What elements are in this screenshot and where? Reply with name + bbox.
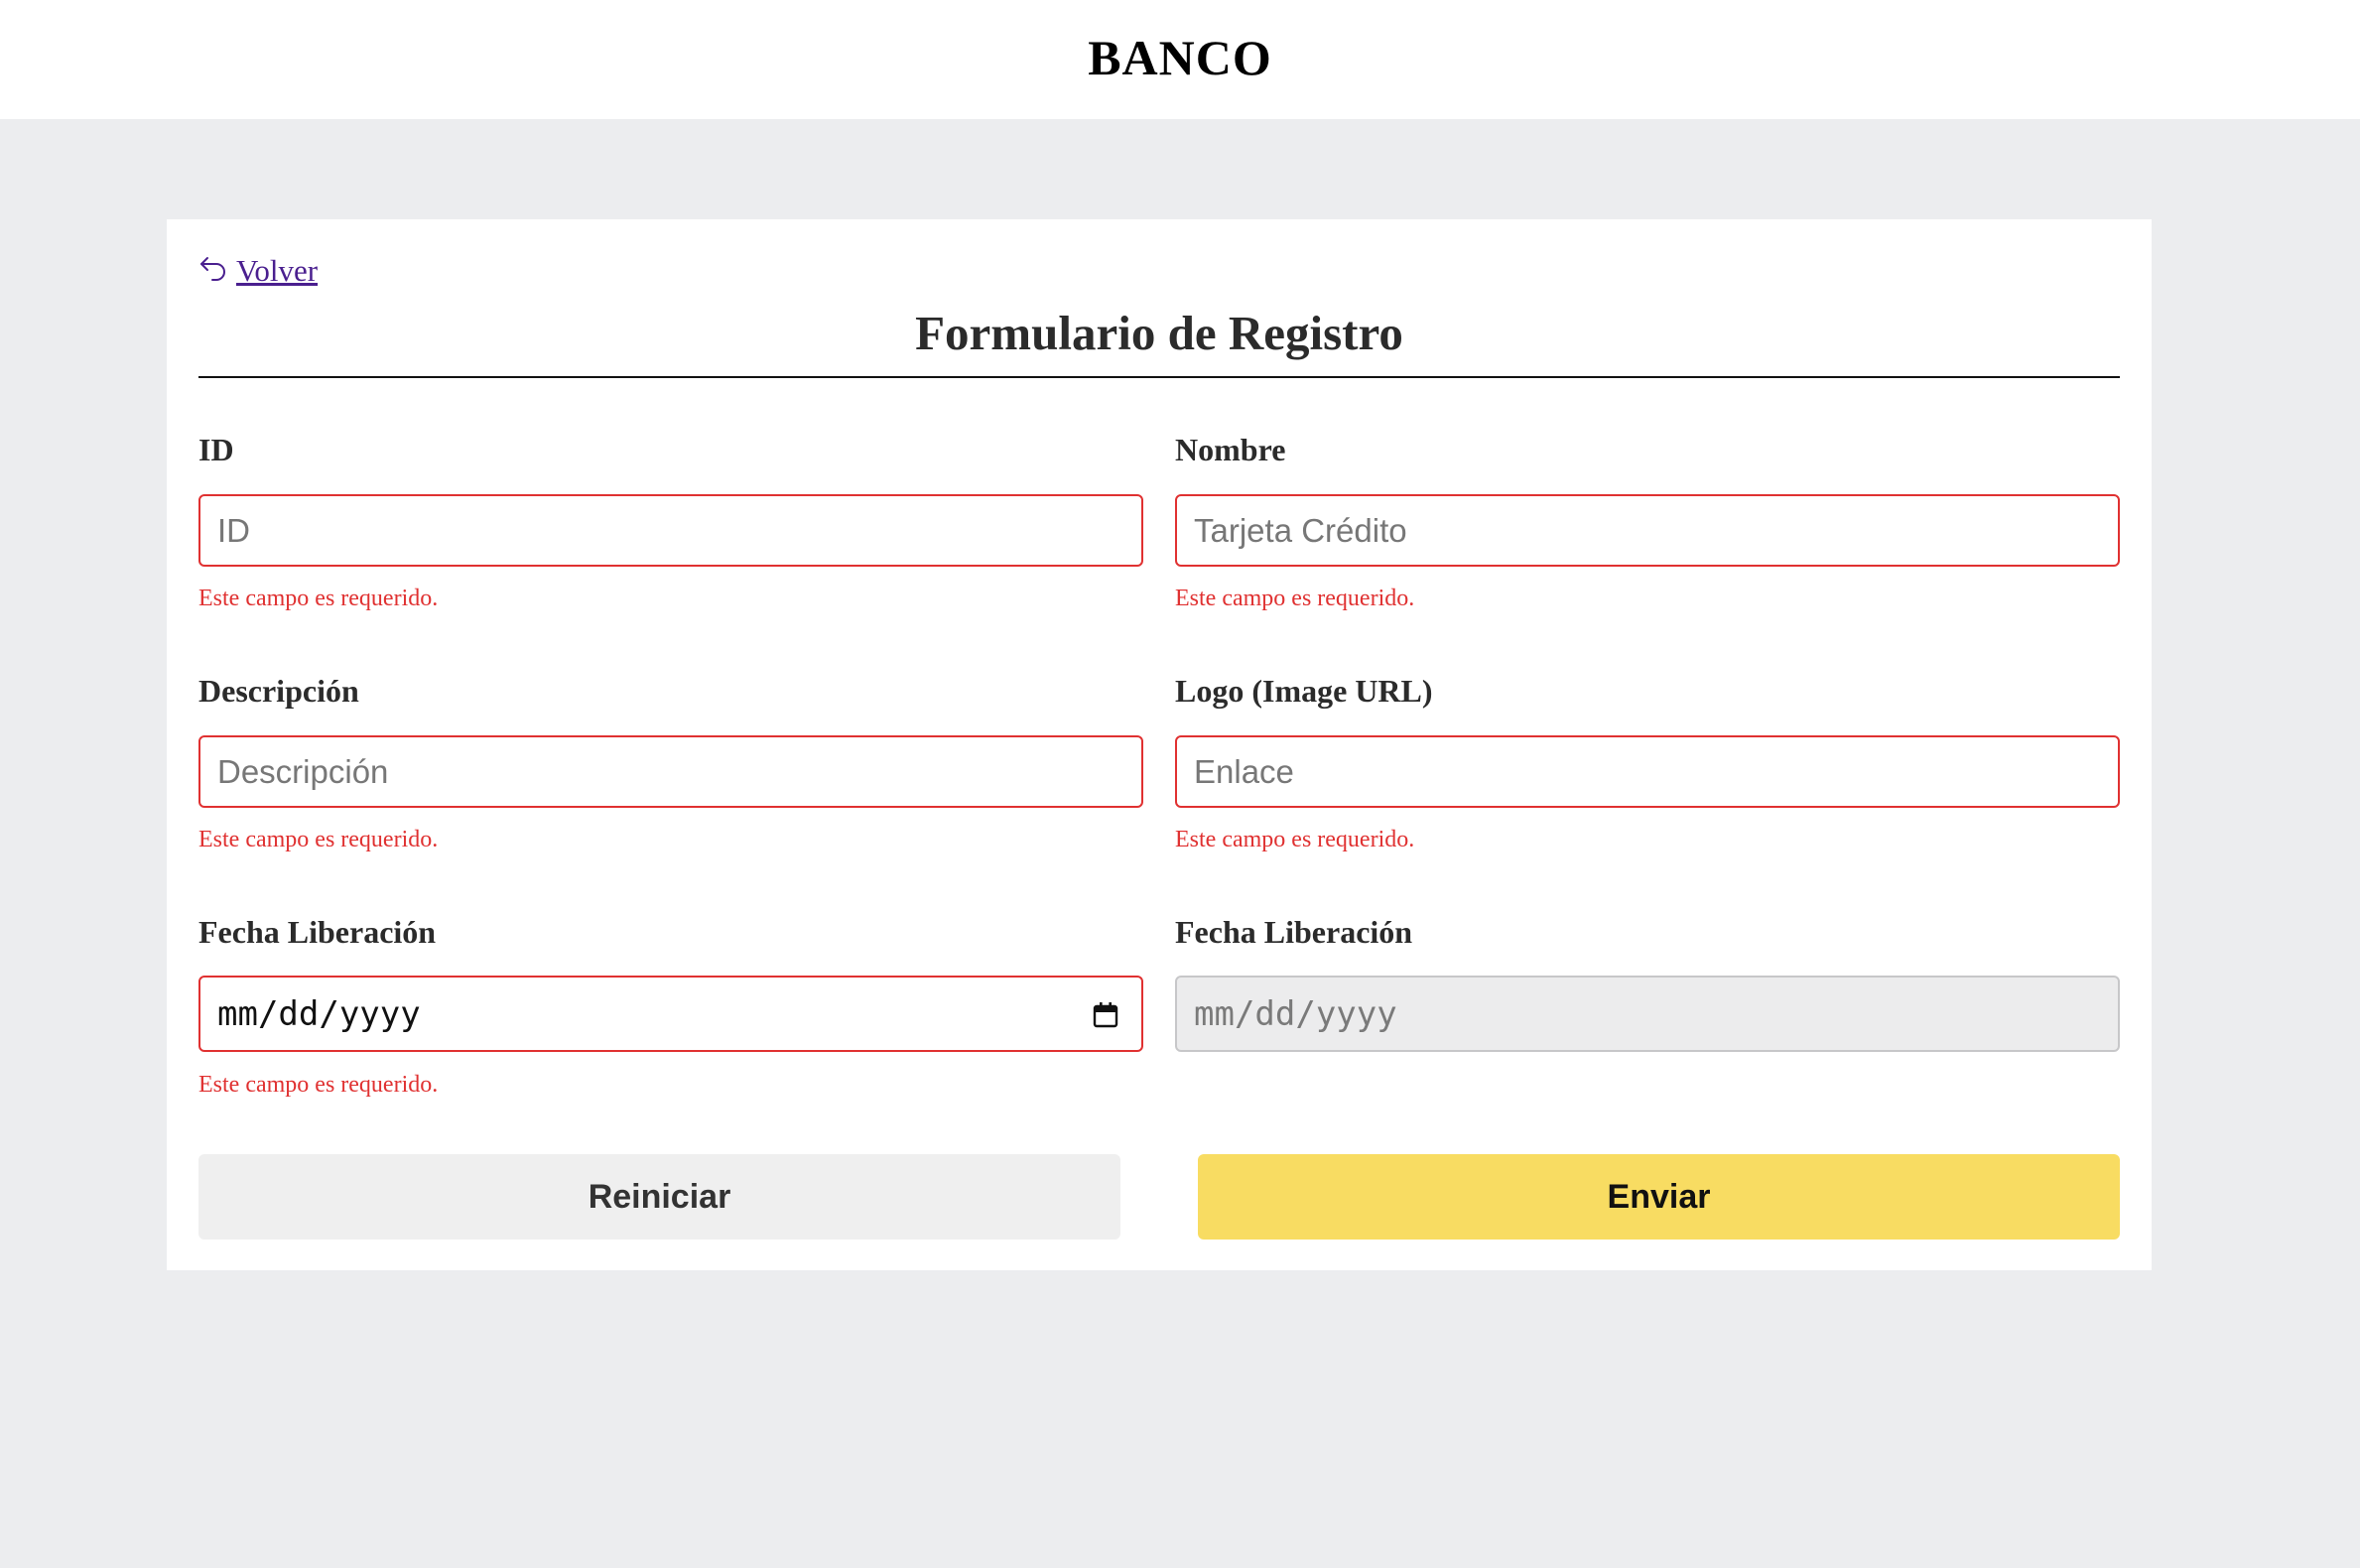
form-title: Formulario de Registro [915, 306, 1403, 360]
fecha-liberacion-label: Fecha Liberación [198, 914, 437, 950]
descripcion-input[interactable]: Descripción [198, 735, 1143, 808]
nombre-error: Este campo es requerido. [1175, 586, 1415, 611]
reset-button[interactable]: Reiniciar [198, 1154, 1120, 1240]
brand-title: BANCO [1088, 30, 1272, 85]
fecha-liberacion-error: Este campo es requerido. [198, 1072, 439, 1098]
descripcion-label: Descripción [198, 673, 359, 709]
nombre-input[interactable]: Tarjeta Crédito [1175, 494, 2120, 567]
submit-button-label: Enviar [1607, 1177, 1711, 1216]
submit-button[interactable]: Enviar [1198, 1154, 2120, 1240]
id-label: ID [198, 432, 234, 467]
id-error: Este campo es requerido. [198, 586, 439, 611]
fecha-liberacion-disabled-label: Fecha Liberación [1175, 914, 1413, 950]
descripcion-input-placeholder: Descripción [217, 752, 389, 790]
field-descripcion: Descripción Descripción Este campo es re… [198, 673, 1143, 852]
logo-input[interactable]: Enlace [1175, 735, 2120, 808]
field-fecha-liberacion: Fecha Liberación mm/dd/yyyy Este campo e… [198, 914, 1143, 1098]
field-logo: Logo (Image URL) Enlace Este campo es re… [1175, 673, 2120, 852]
top-header: BANCO [0, 0, 2360, 119]
back-link[interactable]: Volver [198, 253, 318, 289]
descripcion-error: Este campo es requerido. [198, 827, 439, 852]
fecha-liberacion-disabled-input: mm/dd/yyyy [1175, 976, 2120, 1052]
field-id: ID ID Este campo es requerido. [198, 432, 1143, 611]
fecha-liberacion-placeholder: mm/dd/yyyy [217, 993, 421, 1034]
logo-error: Este campo es requerido. [1175, 827, 1415, 852]
id-input-placeholder: ID [217, 511, 250, 549]
title-divider [198, 376, 2120, 378]
back-link-label: Volver [236, 253, 319, 288]
registration-card: Volver Formulario de Registro ID ID Este… [167, 219, 2152, 1270]
field-nombre: Nombre Tarjeta Crédito Este campo es req… [1175, 432, 2120, 611]
fecha-liberacion-input[interactable]: mm/dd/yyyy [198, 976, 1143, 1052]
nombre-input-placeholder: Tarjeta Crédito [1194, 511, 1407, 549]
nombre-label: Nombre [1175, 432, 1286, 467]
field-fecha-liberacion-disabled: Fecha Liberación mm/dd/yyyy [1175, 914, 2120, 1052]
calendar-icon[interactable] [1091, 999, 1120, 1029]
fecha-liberacion-disabled-placeholder: mm/dd/yyyy [1194, 993, 1397, 1034]
undo-arrow-icon [198, 253, 228, 283]
logo-input-placeholder: Enlace [1194, 752, 1294, 790]
reset-button-label: Reiniciar [588, 1177, 731, 1216]
logo-label: Logo (Image URL) [1175, 673, 1433, 709]
id-input[interactable]: ID [198, 494, 1143, 567]
